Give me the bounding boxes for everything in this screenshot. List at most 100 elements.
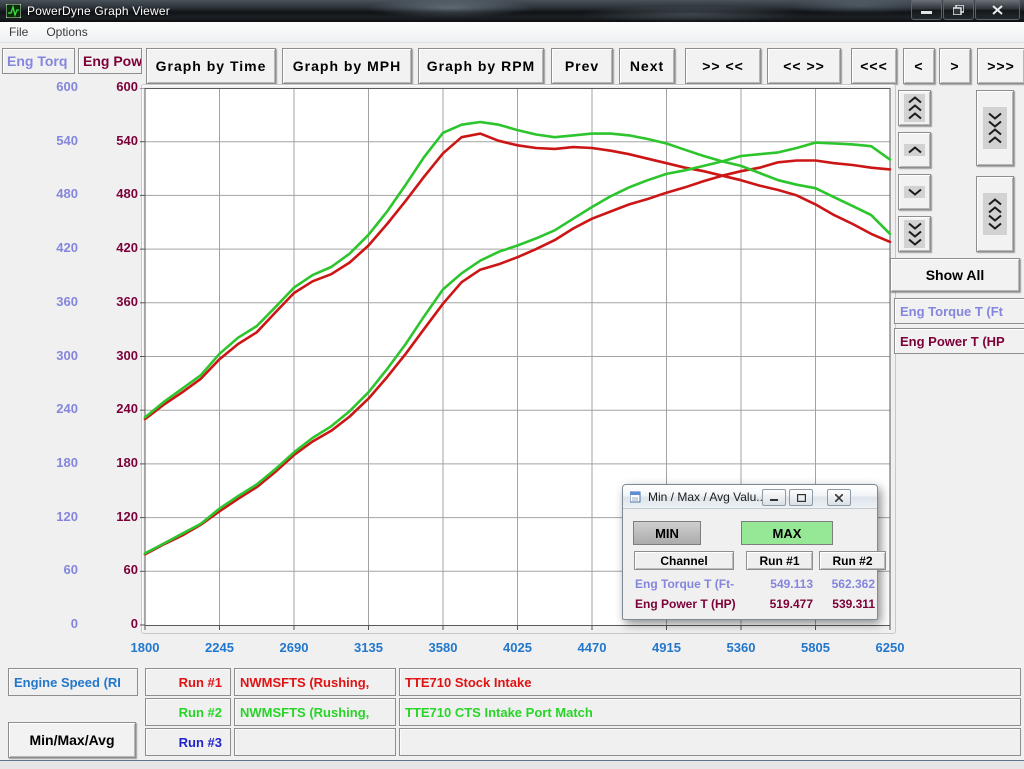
app-icon (6, 4, 21, 18)
scroll-bottom-button[interactable] (898, 216, 931, 252)
minmax-header-channel: Channel (634, 551, 734, 570)
y-tick-480: 480 (90, 187, 138, 201)
scroll-up-icon (904, 144, 925, 156)
channel-toggle-power-label: Eng Powe (83, 53, 142, 69)
y-tick-180: 180 (90, 456, 138, 470)
minmax-row-channel-1: Eng Torque T (Ft- (635, 577, 743, 591)
menu-file[interactable]: File (0, 25, 37, 39)
y-tick-540: 540 (30, 134, 78, 148)
menu-options[interactable]: Options (37, 25, 96, 39)
x-tick-6250: 6250 (860, 640, 920, 655)
run1-label[interactable]: Run #1 (145, 668, 231, 696)
minmax-row-run1-value-1: 549.113 (746, 577, 813, 591)
minmax-close-icon[interactable] (827, 489, 851, 506)
toolbar-button-prev[interactable]: Prev (551, 48, 613, 84)
run3-description-field[interactable] (399, 728, 1021, 756)
minmax-row-run1-value-2: 519.477 (746, 597, 813, 611)
toolbar-button-graph-by-mph[interactable]: Graph by MPH (282, 48, 412, 84)
legend-torque-label: Eng Torque T (Ft (900, 304, 1003, 319)
scroll-up-button[interactable] (898, 132, 931, 168)
title-bar[interactable]: PowerDyne Graph Viewer (0, 0, 1024, 22)
y-tick-0: 0 (30, 617, 78, 631)
scroll-down-icon (904, 186, 925, 198)
y-tick-600: 600 (30, 80, 78, 94)
collapse-vertical-button[interactable] (976, 90, 1014, 166)
scroll-bottom-icon (904, 220, 925, 248)
minmax-caption-buttons (759, 489, 851, 506)
y-tick-480: 480 (30, 187, 78, 201)
y-tick-60: 60 (90, 563, 138, 577)
y-tick-540: 540 (90, 134, 138, 148)
min-button-label: MIN (655, 526, 679, 541)
minmax-title-bar[interactable]: Min / Max / Avg Valu... (623, 485, 877, 509)
run2-label[interactable]: Run #2 (145, 698, 231, 726)
run3-source-field[interactable] (234, 728, 396, 756)
y-tick-300: 300 (30, 349, 78, 363)
y-tick-600: 600 (90, 80, 138, 94)
y-tick-0: 0 (90, 617, 138, 631)
y-tick-180: 180 (30, 456, 78, 470)
toolbar-button-graph-by-time[interactable]: Graph by Time (146, 48, 276, 84)
minmax-minimize-icon[interactable] (762, 489, 786, 506)
minmax-maximize-icon[interactable] (789, 489, 813, 506)
max-button-label: MAX (773, 526, 802, 541)
x-tick-4915: 4915 (637, 640, 697, 655)
legend-torque-channel[interactable]: Eng Torque T (Ft (894, 298, 1024, 324)
y-tick-240: 240 (90, 402, 138, 416)
run3-label[interactable]: Run #3 (145, 728, 231, 756)
show-all-label: Show All (926, 267, 985, 283)
toolbar-button-[interactable]: << >> (767, 48, 841, 84)
minimize-icon[interactable] (911, 0, 942, 20)
y-tick-300: 300 (90, 349, 138, 363)
expand-vertical-icon (983, 193, 1007, 235)
y-tick-360: 360 (30, 295, 78, 309)
x-tick-4470: 4470 (562, 640, 622, 655)
toolbar-button-graph-by-rpm[interactable]: Graph by RPM (418, 48, 544, 84)
y-tick-360: 360 (90, 295, 138, 309)
powerdyne-window: PowerDyne Graph Viewer File Options Eng … (0, 0, 1024, 768)
x-tick-5360: 5360 (711, 640, 771, 655)
x-tick-3135: 3135 (339, 640, 399, 655)
minmax-values-window[interactable]: Min / Max / Avg Valu... MIN MAX Channel … (622, 484, 878, 620)
menu-bar: File Options (0, 22, 1024, 43)
toolbar-button-[interactable]: > (939, 48, 971, 84)
restore-icon[interactable] (943, 0, 974, 20)
minmax-window-icon (630, 491, 642, 503)
channel-toggle-torque-label: Eng Torq (7, 53, 67, 69)
scroll-top-button[interactable] (898, 90, 931, 126)
toolbar-button-[interactable]: >>> (977, 48, 1024, 84)
close-icon[interactable] (975, 0, 1020, 20)
scroll-down-button[interactable] (898, 174, 931, 210)
toolbar-button-next[interactable]: Next (619, 48, 675, 84)
window-title: PowerDyne Graph Viewer (27, 4, 170, 18)
toolbar-button-[interactable]: >> << (685, 48, 761, 84)
y-tick-240: 240 (30, 402, 78, 416)
run1-description-field[interactable]: TTE710 Stock Intake (399, 668, 1021, 696)
minmax-header-run2: Run #2 (819, 551, 886, 570)
minmaxavg-button[interactable]: Min/Max/Avg (8, 722, 136, 758)
scroll-top-icon (904, 94, 925, 122)
max-button[interactable]: MAX (741, 521, 833, 545)
x-axis-channel-box[interactable]: Engine Speed (RI (8, 668, 138, 696)
legend-power-channel[interactable]: Eng Power T (HP (894, 328, 1024, 354)
x-tick-4025: 4025 (488, 640, 548, 655)
show-all-button[interactable]: Show All (890, 258, 1020, 292)
expand-vertical-button[interactable] (976, 176, 1014, 252)
y-tick-120: 120 (30, 510, 78, 524)
channel-toggle-torque[interactable]: Eng Torq (2, 48, 75, 74)
toolbar-button-[interactable]: < (903, 48, 935, 84)
y-tick-420: 420 (30, 241, 78, 255)
min-button[interactable]: MIN (633, 521, 701, 545)
minmax-window-title: Min / Max / Avg Valu... (648, 490, 766, 504)
y-tick-420: 420 (90, 241, 138, 255)
x-axis-channel-label: Engine Speed (RI (14, 675, 121, 690)
minmax-row-run2-value-2: 539.311 (819, 597, 875, 611)
x-tick-2245: 2245 (190, 640, 250, 655)
channel-toggle-power[interactable]: Eng Powe (78, 48, 142, 74)
x-tick-1800: 1800 (115, 640, 175, 655)
run2-source-field[interactable]: NWMSFTS (Rushing, (234, 698, 396, 726)
minmax-row-run2-value-1: 562.362 (819, 577, 875, 591)
toolbar-button-[interactable]: <<< (851, 48, 897, 84)
run2-description-field[interactable]: TTE710 CTS Intake Port Match (399, 698, 1021, 726)
run1-source-field[interactable]: NWMSFTS (Rushing, (234, 668, 396, 696)
